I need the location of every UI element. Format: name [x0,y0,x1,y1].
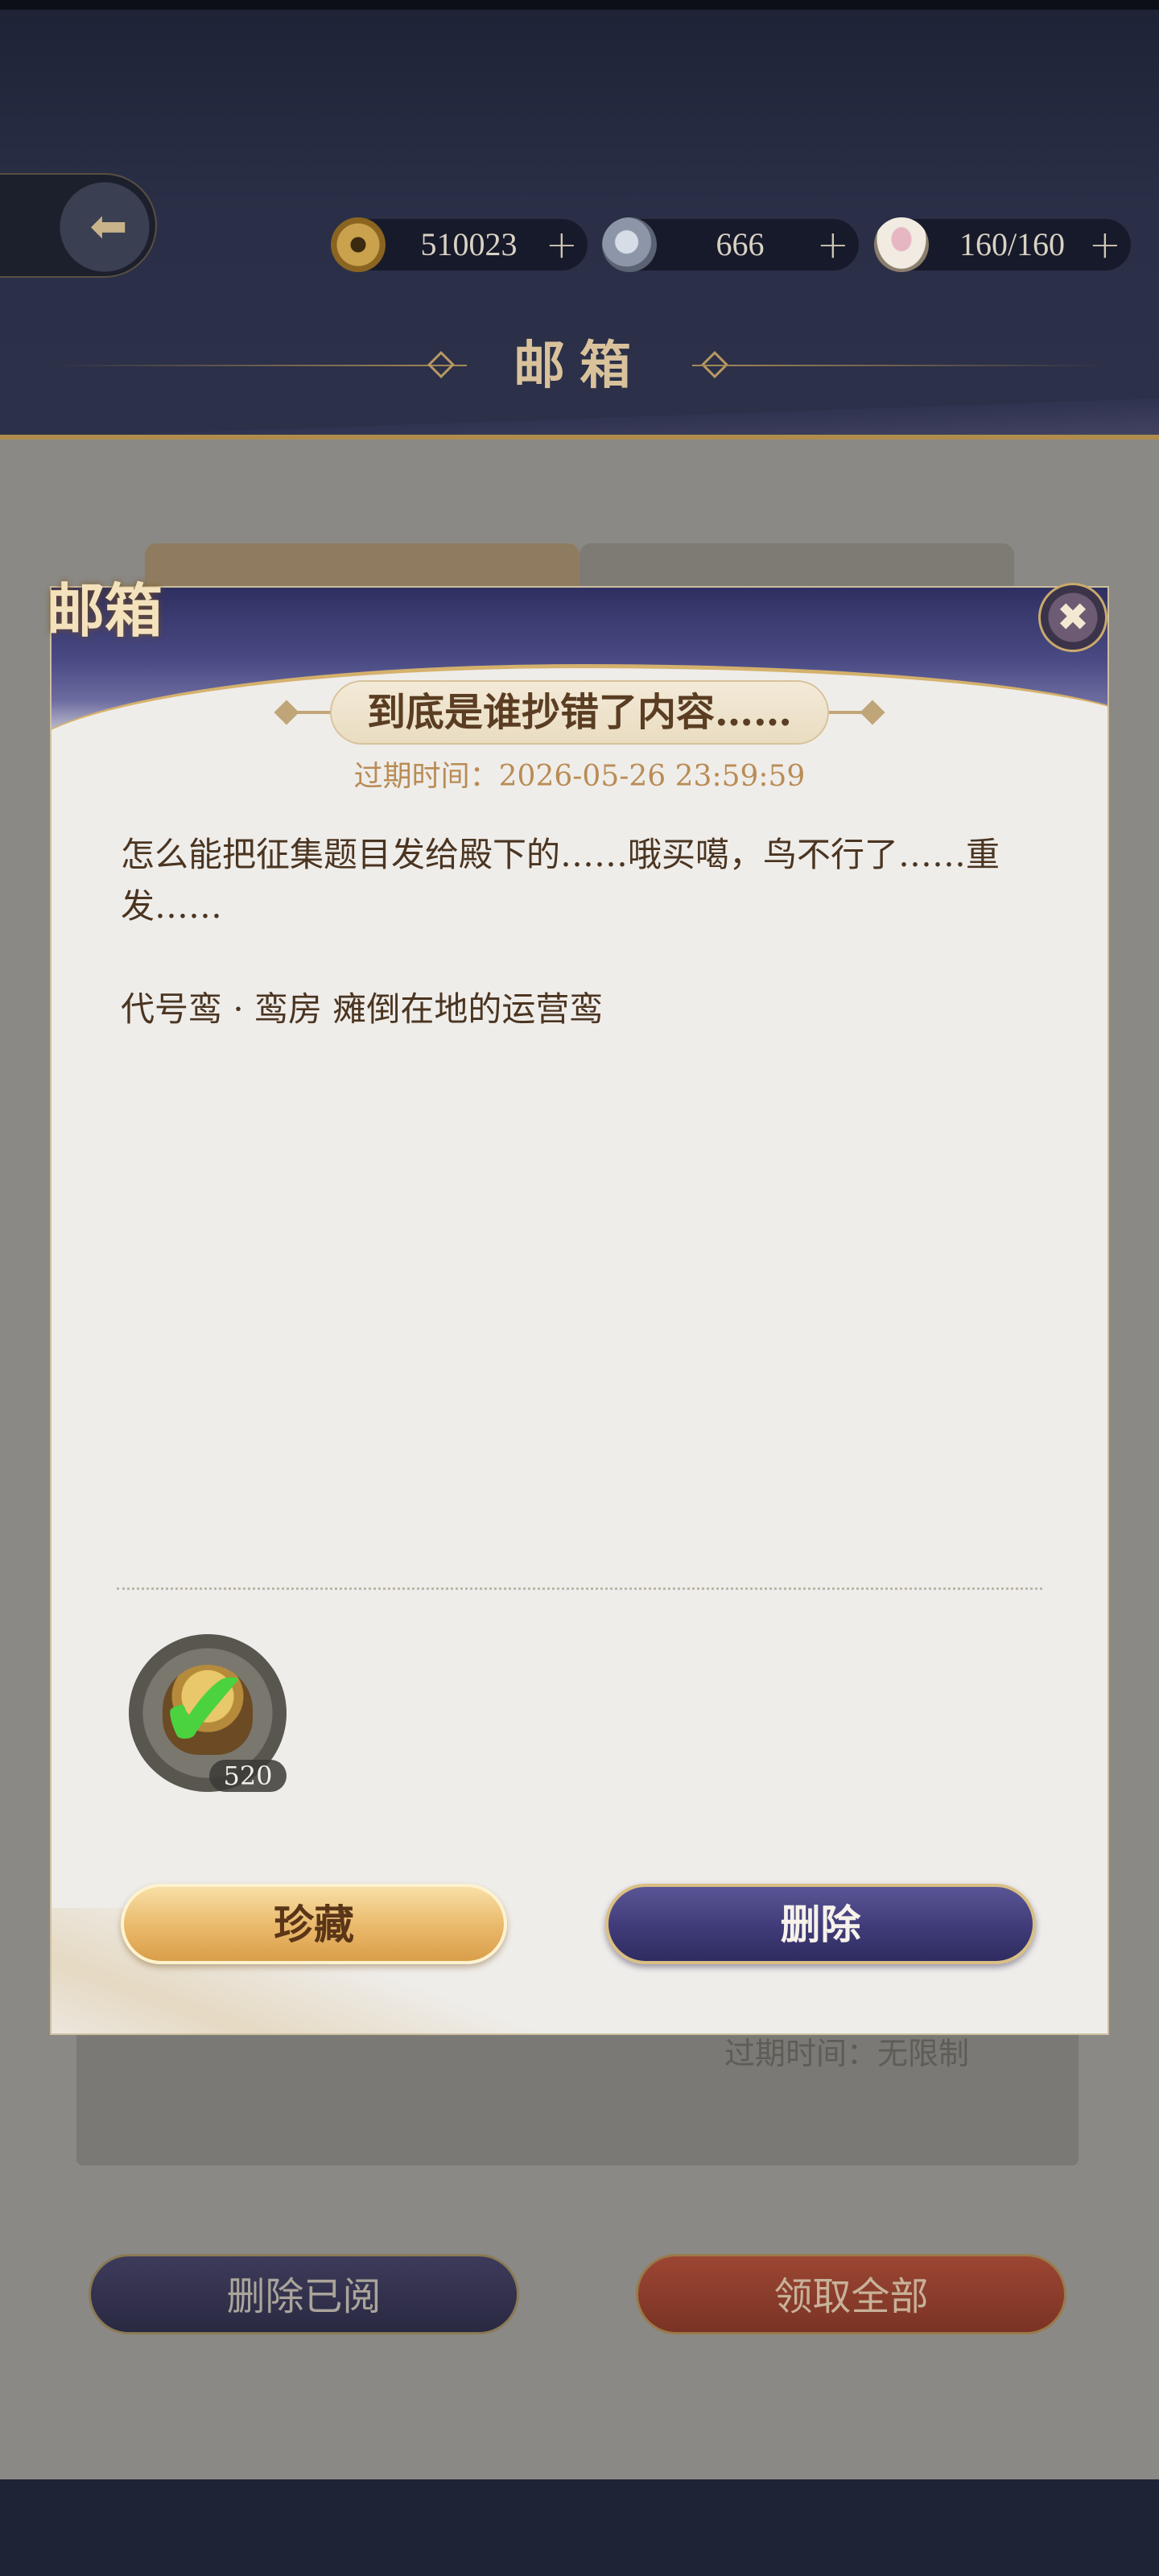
delete-button[interactable]: 删除 [605,1884,1036,1964]
back-arrow-icon: ⬅ [89,200,128,253]
attachment-item[interactable]: ✔ 520 [129,1634,287,1792]
bottom-frame [0,2479,1159,2576]
rice-bowl-icon [874,217,929,272]
add-silver-button[interactable]: + [817,219,849,270]
title-diamond-icon [427,351,455,378]
mail-detail-dialog [50,586,1109,2035]
mail-title: 到底是谁抄错了内容…… [330,680,829,745]
copper-coin-value: 510023 [420,226,518,262]
stamina-value: 160/160 [959,226,1066,262]
title-divider-right [692,365,1111,366]
delete-read-button[interactable]: 删除已阅 [89,2254,519,2334]
claimed-check-icon: ✔ [157,1645,252,1776]
attachment-count: 520 [209,1760,287,1792]
mail-expire-time: 过期时间：2026-05-26 23:59:59 [353,760,806,793]
close-button[interactable]: ✖ [1038,583,1107,652]
mail-sender: 代号鸾 · 鸾房 瘫倒在地的运营鸾 [121,989,604,1029]
silver-coin-counter: 666 + [602,217,859,272]
page-title-bar: 邮箱 [0,322,1159,411]
back-button[interactable]: ⬅ [0,173,157,278]
claim-all-button[interactable]: 领取全部 [636,2254,1066,2334]
mail-list-item-expire: 过期时间：无限制 [724,2036,970,2071]
status-bar [0,0,1159,10]
copper-coin-icon [331,217,386,272]
close-icon: ✖ [1056,595,1090,640]
add-stamina-button[interactable]: + [1089,219,1121,270]
page-title: 邮箱 [514,336,645,396]
stamina-counter: 160/160 + [874,217,1131,272]
attachment-divider [117,1587,1042,1590]
favorite-button[interactable]: 珍藏 [121,1884,507,1964]
title-divider-left [48,365,467,366]
dialog-tag: 邮箱 [47,576,163,645]
mail-body: 怎么能把征集题目发给殿下的……哦买噶，鸟不行了……重发…… [121,835,1000,926]
add-copper-button[interactable]: + [546,219,578,270]
silver-coin-icon [602,217,657,272]
copper-coin-counter: 510023 + [331,217,588,272]
silver-coin-value: 666 [716,226,765,262]
